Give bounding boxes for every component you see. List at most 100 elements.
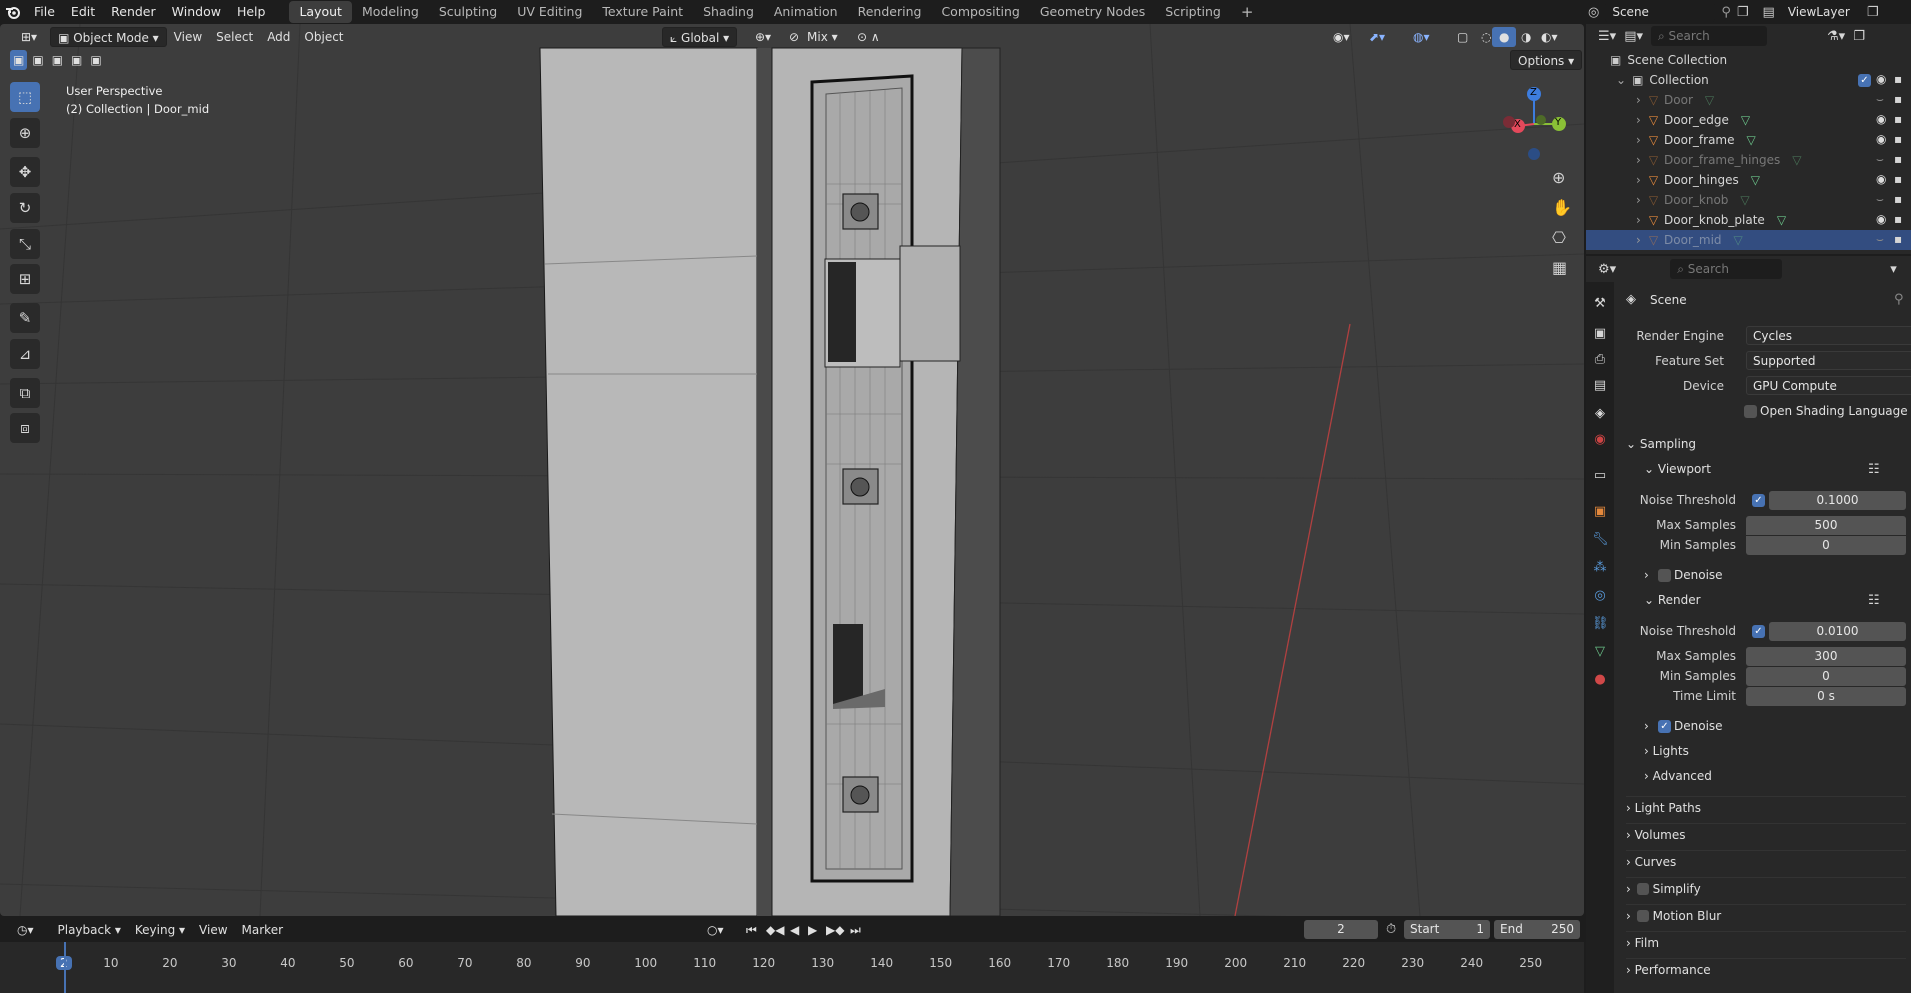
chevron-right-icon[interactable]: › (1636, 113, 1641, 127)
outliner-editor-icon[interactable]: ☰▾ (1598, 29, 1616, 44)
pin-icon[interactable]: ⚲ (1894, 292, 1904, 307)
panel-checkbox[interactable] (1636, 910, 1649, 922)
camera-icon[interactable]: ▪ (1894, 72, 1902, 86)
collection-checkbox[interactable]: ✓ (1858, 74, 1871, 87)
camera-view-icon[interactable]: ⎔ (1552, 228, 1572, 247)
filter-icon[interactable]: ⚗▾ (1827, 29, 1845, 44)
render-subpanel-header[interactable]: ⌄ Render (1644, 593, 1701, 607)
new-scene-icon[interactable]: ❐ (1737, 5, 1749, 20)
modifier-tab-icon[interactable]: 🔧︎ (1592, 532, 1609, 548)
scene-tab-icon[interactable]: ◈ (1592, 406, 1608, 422)
collapsed-panel[interactable]: › Curves (1626, 850, 1906, 869)
vp-denoise-subpanel[interactable]: › (1644, 568, 1649, 582)
scene-collection-row[interactable]: ▣ Scene Collection (1586, 50, 1911, 70)
measure-tool[interactable]: ⊿ (10, 339, 40, 369)
tab-modeling[interactable]: Modeling (352, 1, 429, 23)
vp-denoise-checkbox[interactable] (1658, 569, 1671, 582)
editor-type-icon[interactable]: ⊞▾ (14, 27, 44, 47)
new-collection-icon[interactable]: ❐ (1853, 29, 1865, 44)
menu-view[interactable]: View (167, 27, 209, 47)
data-tab-icon[interactable]: ▽ (1592, 644, 1608, 660)
menu-help[interactable]: Help (229, 0, 274, 24)
camera-icon[interactable]: ▪ (1894, 232, 1902, 246)
eye-closed-icon[interactable]: ⌣ (1876, 152, 1884, 167)
osl-checkbox[interactable] (1744, 405, 1757, 418)
jump-start-icon[interactable]: ⏮ (744, 920, 759, 940)
new-view-layer-icon[interactable]: ❐ (1867, 5, 1879, 20)
display-mode-icon[interactable]: ▤▾ (1624, 29, 1643, 44)
zoom-icon[interactable]: ⊕ (1552, 168, 1572, 187)
camera-icon[interactable]: ▪ (1894, 192, 1902, 206)
collection-row[interactable]: ⌄ ▣ Collection ✓ ◉ ▪ (1586, 70, 1911, 90)
camera-icon[interactable]: ▪ (1894, 172, 1902, 186)
timeline-editor-icon[interactable]: ◷▾ (10, 920, 41, 940)
chevron-right-icon[interactable]: › (1636, 93, 1641, 107)
r-min-samples-field[interactable]: 0 (1746, 667, 1906, 686)
menu-file[interactable]: File (26, 0, 63, 24)
physics-tab-icon[interactable]: ◎ (1592, 588, 1608, 604)
collapsed-panel[interactable]: › Motion Blur (1626, 904, 1906, 923)
add-workspace-button[interactable]: + (1231, 1, 1264, 23)
prev-keyframe-icon[interactable]: ◆◀ (764, 920, 786, 940)
tab-sculpting[interactable]: Sculpting (429, 1, 507, 23)
collapsed-panel[interactable]: › Light Paths (1626, 796, 1906, 815)
chevron-down-icon[interactable]: ⌄ (1616, 73, 1626, 87)
outliner-item[interactable]: › ▽ Door_knob ▽ ⌣ ▪ (1586, 190, 1911, 210)
render-engine-dropdown[interactable]: Cycles (1746, 326, 1911, 345)
camera-icon[interactable]: ▪ (1894, 212, 1902, 226)
camera-icon[interactable]: ▪ (1894, 132, 1902, 146)
chevron-right-icon[interactable]: › (1636, 153, 1641, 167)
tab-geometry-nodes[interactable]: Geometry Nodes (1030, 1, 1155, 23)
camera-icon[interactable]: ▪ (1894, 112, 1902, 126)
panel-checkbox[interactable] (1636, 883, 1649, 895)
outliner-search-field[interactable]: ⌕ Search (1651, 26, 1767, 46)
next-keyframe-icon[interactable]: ▶◆ (824, 920, 846, 940)
eye-closed-icon[interactable]: ⌣ (1876, 232, 1884, 247)
cursor-tool[interactable]: ⊕ (10, 118, 40, 148)
pivot-icon[interactable]: ⊕▾ (748, 27, 778, 47)
r-denoise-checkbox[interactable]: ✓ (1658, 720, 1671, 733)
move-tool[interactable]: ✥ (10, 157, 40, 187)
list-icon[interactable]: ☷ (1868, 462, 1880, 477)
vp-max-samples-field[interactable]: 500 (1746, 516, 1906, 535)
viewport-subpanel-header[interactable]: ⌄ Viewport (1644, 462, 1711, 476)
select-extend-icon[interactable]: ▣ (29, 50, 46, 70)
eye-closed-icon[interactable]: ⌣ (1876, 92, 1884, 107)
tab-texture-paint[interactable]: Texture Paint (592, 1, 693, 23)
menu-edit[interactable]: Edit (63, 0, 103, 24)
navigation-gizmo[interactable]: Z Y X (1494, 80, 1574, 170)
collapsed-panel[interactable]: › Simplify (1626, 877, 1906, 896)
menu-window[interactable]: Window (164, 0, 229, 24)
r-denoise-subpanel[interactable]: › (1644, 719, 1649, 733)
view-layer-field[interactable]: ViewLayer (1781, 2, 1861, 22)
overlays-icon[interactable]: ◍▾ (1406, 27, 1437, 47)
gizmo-toggle-icon[interactable]: ⬈▾ (1362, 27, 1392, 47)
chevron-right-icon[interactable]: › (1636, 133, 1641, 147)
current-frame-field[interactable]: 2 (1304, 920, 1378, 939)
collection-tab-icon[interactable]: ▭ (1592, 468, 1608, 484)
r-noise-threshold-field[interactable]: 0.0100 (1769, 622, 1906, 641)
snap-mode-dropdown[interactable]: Mix ▾ (800, 27, 845, 47)
eye-icon[interactable]: ◉ (1876, 72, 1886, 86)
visibility-icon[interactable]: ◉▾ (1326, 27, 1357, 47)
properties-search-field[interactable]: ⌕ Search (1670, 259, 1783, 279)
eye-icon[interactable]: ◉ (1876, 212, 1886, 226)
xray-icon[interactable]: ▢ (1450, 27, 1475, 47)
play-icon[interactable]: ▶ (806, 920, 819, 940)
options-dropdown[interactable]: Options ▾ (1510, 50, 1583, 70)
3d-viewport[interactable] (0, 24, 1584, 916)
tool-tab-icon[interactable]: ⚒ (1592, 296, 1608, 312)
menu-object[interactable]: Object (297, 27, 350, 47)
chevron-right-icon[interactable]: › (1636, 213, 1641, 227)
timeline-ruler[interactable]: 210 20 30 40 50 60 70 80 90 100 110 120 130 140 150 160… (0, 942, 1584, 993)
camera-icon[interactable]: ▪ (1894, 152, 1902, 166)
outliner-item[interactable]: › ▽ Door ▽ ⌣ ▪ (1586, 90, 1911, 110)
outliner-item[interactable]: › ▽ Door_mid ▽ ⌣ ▪ (1586, 230, 1911, 250)
eye-icon[interactable]: ◉ (1876, 112, 1886, 126)
constraints-tab-icon[interactable]: ⛓︎ (1592, 616, 1609, 632)
select-invert-icon[interactable]: ▣ (68, 50, 85, 70)
vp-noise-threshold-checkbox[interactable]: ✓ (1752, 494, 1765, 507)
list-icon[interactable]: ☷ (1868, 593, 1880, 608)
particles-tab-icon[interactable]: ⁂ (1592, 560, 1608, 576)
tab-compositing[interactable]: Compositing (931, 1, 1029, 23)
